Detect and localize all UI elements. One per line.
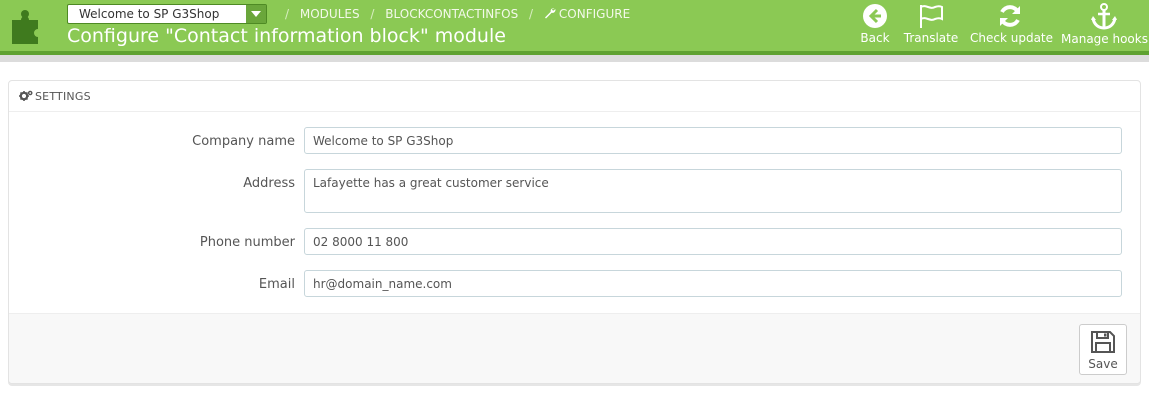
- translate-button[interactable]: Translate: [903, 3, 959, 47]
- cogs-icon: [19, 90, 33, 101]
- manage-hooks-button-label: Manage hooks: [1061, 32, 1148, 46]
- refresh-icon: [1000, 5, 1020, 27]
- email-label: Email: [258, 277, 295, 292]
- floppy-disk-icon: [1091, 331, 1115, 353]
- panel-footer: Save: [9, 313, 1140, 383]
- breadcrumb-item-modules[interactable]: MODULES: [300, 7, 360, 21]
- settings-panel: SETTINGS Company name Address Lafayette …: [8, 80, 1141, 384]
- breadcrumb-separator: /: [529, 7, 534, 21]
- shop-selector-value: Welcome to SP G3Shop: [79, 7, 220, 21]
- chevron-down-icon[interactable]: [246, 5, 266, 23]
- panel-heading: SETTINGS: [9, 81, 1140, 112]
- phone-number-label: Phone number: [199, 235, 295, 250]
- breadcrumb-item-module[interactable]: BLOCKCONTACTINFOS: [385, 7, 518, 21]
- shop-selector[interactable]: Welcome to SP G3Shop: [67, 4, 267, 24]
- save-button-label: Save: [1088, 357, 1118, 371]
- flag-icon: [920, 5, 943, 28]
- breadcrumb-separator: /: [285, 7, 290, 21]
- company-name-label: Company name: [192, 134, 295, 149]
- back-circle-icon: [863, 4, 887, 28]
- breadcrumb-item-configure: CONFIGURE: [558, 7, 631, 21]
- wrench-icon: [544, 8, 556, 19]
- translate-button-label: Translate: [903, 31, 959, 45]
- back-button[interactable]: Back: [860, 3, 890, 47]
- address-input[interactable]: Lafayette has a great customer service: [304, 169, 1122, 213]
- page-title: Configure "Contact information block" mo…: [67, 25, 506, 47]
- header-shadow: [0, 55, 1149, 62]
- save-button[interactable]: Save: [1079, 324, 1127, 375]
- email-input[interactable]: [304, 270, 1122, 297]
- page-header: Welcome to SP G3Shop / MODULES / BLOCKCO…: [0, 0, 1149, 51]
- anchor-icon: [1091, 3, 1117, 30]
- phone-number-input[interactable]: [304, 228, 1122, 255]
- manage-hooks-button[interactable]: Manage hooks: [1061, 3, 1148, 47]
- puzzle-module-icon: [12, 10, 38, 44]
- address-label: Address: [243, 176, 295, 191]
- breadcrumb: / MODULES / BLOCKCONTACTINFOS / CONFIGUR…: [278, 7, 630, 21]
- check-update-button[interactable]: Check update: [970, 3, 1054, 47]
- check-update-button-label: Check update: [970, 31, 1054, 45]
- breadcrumb-separator: /: [370, 7, 375, 21]
- back-button-label: Back: [860, 31, 890, 45]
- company-name-input[interactable]: [304, 127, 1122, 154]
- panel-heading-label: SETTINGS: [35, 90, 91, 103]
